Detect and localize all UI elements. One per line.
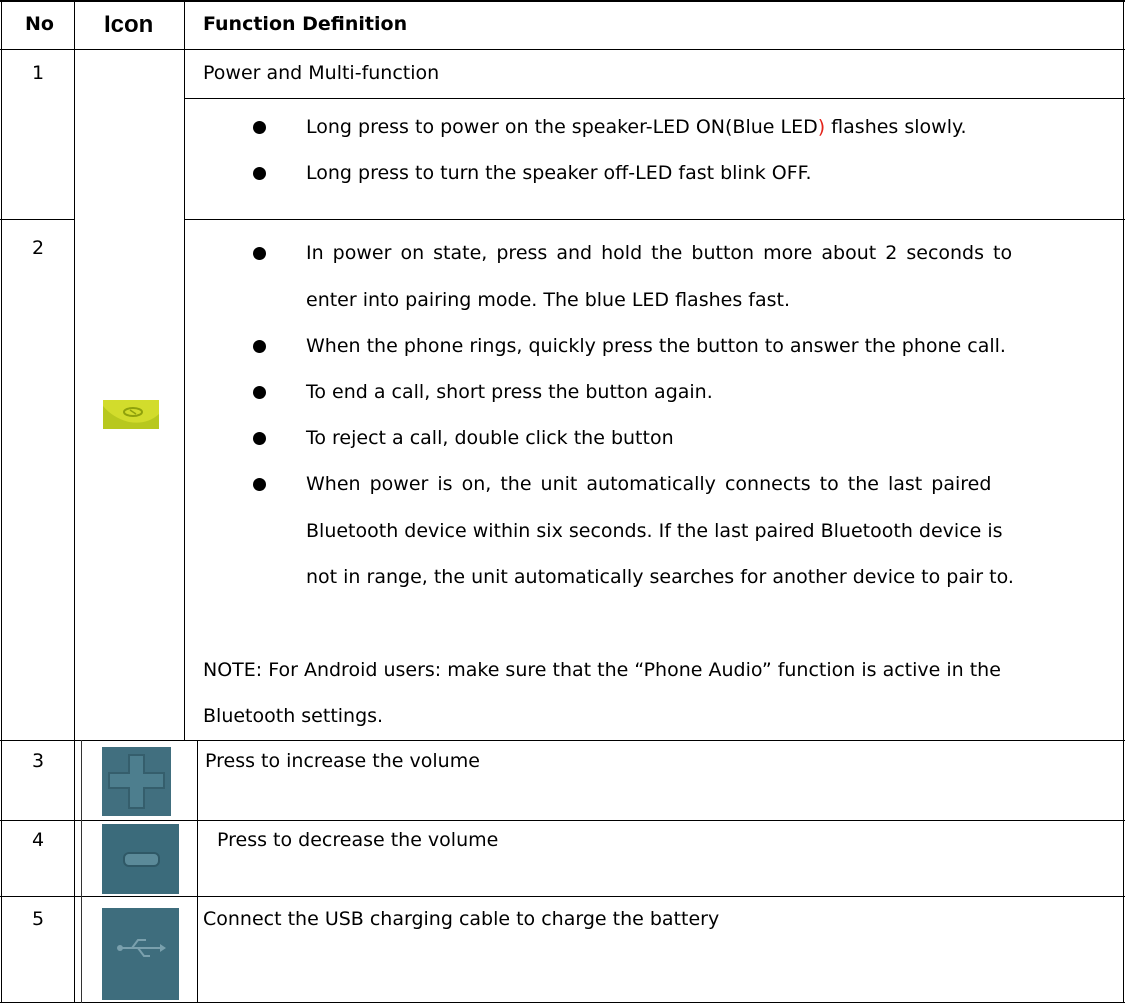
icon-cell-inner-rule [81,740,82,1003]
row2-bullet5-line1: When power is on, the unit automatically… [306,473,992,495]
table-border-left [1,0,2,1003]
row2-bullet2: When the phone rings, quickly press the … [306,335,1006,357]
row4-number: 4 [32,829,45,851]
row2-bullet3: To end a call, short press the button ag… [306,381,713,403]
table-border-top [0,0,1125,2]
table-border-right [1123,0,1124,1003]
col-rule-no [74,0,75,1003]
row2-bullet1-line1: In power on state, press and hold the bu… [306,242,1013,264]
row2-bullet1-line2: enter into pairing mode. The blue LED fl… [306,289,790,311]
row3-text: Press to increase the volume [205,750,480,772]
bullet-icon [253,478,266,491]
function-table: No Icon Function Definition 1 Power and … [0,0,1125,1003]
bullet-icon [253,386,266,399]
bullet-icon [253,340,266,353]
row3-rule [0,820,1125,821]
header-rule [0,49,1125,50]
header-no: No [25,13,54,35]
row1-number: 1 [32,62,45,84]
header-function-definition: Function Definition [203,13,408,35]
row1-title-rule [184,98,1125,99]
bullet-icon [253,121,266,134]
row5-text: Connect the USB charging cable to charge… [203,908,720,930]
header-icon: Icon [104,11,154,38]
volume-plus-icon [102,747,171,816]
row2-bullet5-line3: not in range, the unit automatically sea… [306,566,1014,588]
row1-rule-fn [184,219,1125,220]
row1-title: Power and Multi-function [203,62,440,84]
row2-rule [0,740,1125,741]
row1-bullet1: Long press to power on the speaker-LED O… [306,116,967,138]
volume-minus-icon [102,824,179,894]
row3-number: 3 [32,750,45,772]
row2-bullet5-line2: Bluetooth device within six seconds. If … [306,520,1003,542]
usb-port-icon [102,908,179,1000]
row1-bullet2: Long press to turn the speaker off-LED f… [306,162,812,184]
row2-bullet4: To reject a call, double click the butto… [306,427,674,449]
bullet-icon [253,432,266,445]
col-rule-icon-upper [184,0,185,740]
row5-number: 5 [32,908,45,930]
row2-note-line2: Bluetooth settings. [203,705,384,727]
row2-note-line1: NOTE: For Android users: make sure that … [203,659,1001,681]
bullet-icon [253,167,266,180]
col-rule-icon-lower [197,740,198,1003]
row2-number: 2 [32,237,45,259]
row4-rule [0,896,1125,897]
bullet-icon [253,247,266,260]
multifunction-button-icon [103,400,159,429]
row1-rule-no [0,219,75,220]
row4-text: Press to decrease the volume [217,829,499,851]
